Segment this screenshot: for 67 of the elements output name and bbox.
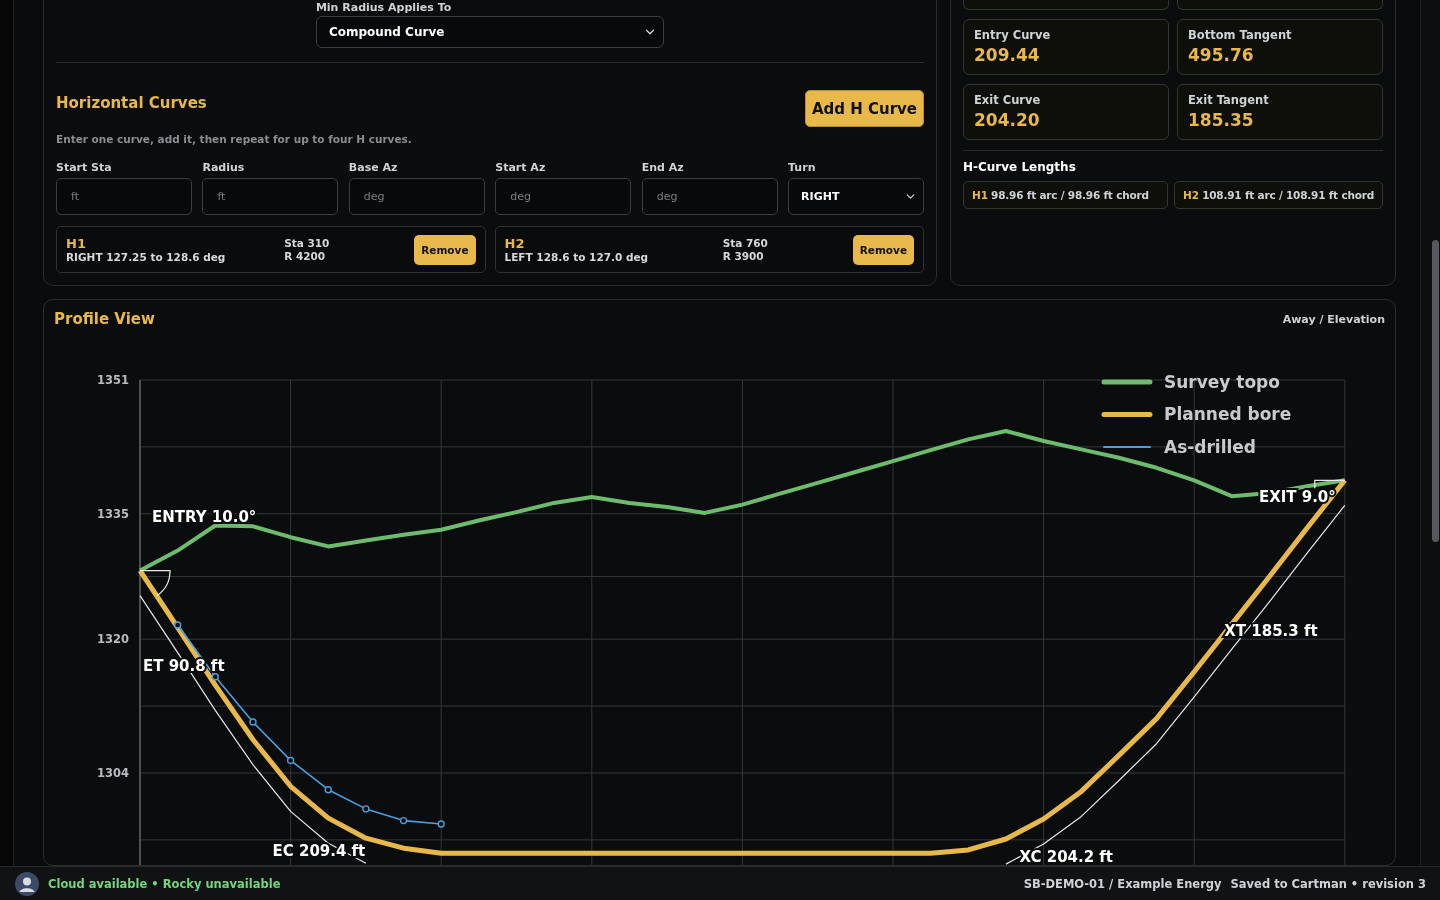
input-field[interactable]: ft xyxy=(56,178,192,215)
field-label: Start Sta xyxy=(56,161,113,174)
min-radius-select[interactable]: Compound Curve xyxy=(315,16,665,48)
y-tick-label: 1304 xyxy=(97,765,129,780)
remove-button[interactable]: Remove xyxy=(852,234,914,265)
stat-value: 185.35 xyxy=(1188,110,1255,130)
y-tick-label: 1320 xyxy=(97,632,129,647)
field-label: End Az xyxy=(641,161,685,174)
section-title: Profile View xyxy=(54,310,155,328)
point xyxy=(437,820,445,828)
curve-detail: RIGHT 127.25 to 128.6 deg xyxy=(66,250,227,264)
legend-label: Survey topo xyxy=(1164,372,1280,392)
point xyxy=(211,673,219,681)
legend-label: Planned bore xyxy=(1164,404,1292,425)
curve-name: H2 xyxy=(504,235,526,251)
axis-note: Away / Elevation xyxy=(1282,312,1385,326)
curve-name: H2 xyxy=(1183,189,1200,201)
stat-label: Bottom Tangent xyxy=(1188,28,1293,42)
connection-status: Cloud available • Rocky unavailable xyxy=(48,876,281,891)
field-label: Min Radius Applies To xyxy=(315,1,453,14)
section-title: H-Curve Lengths xyxy=(963,160,1077,174)
stat-value: 209.44 xyxy=(974,45,1041,65)
curve-station: Sta 310 xyxy=(284,236,331,250)
field-label: Turn xyxy=(788,161,817,174)
add-curve-button[interactable]: Add H Curve xyxy=(804,90,924,127)
scrollbar-thumb[interactable] xyxy=(1432,240,1439,542)
stat-label: Entry Curve xyxy=(974,28,1052,42)
curve-station: Sta 760 xyxy=(722,236,769,250)
input-field[interactable]: deg xyxy=(348,178,485,215)
chart-annotation: EC 209.4 ft xyxy=(272,841,366,860)
curve-radius: R 3900 xyxy=(722,249,765,263)
point xyxy=(324,785,332,794)
point xyxy=(399,816,408,825)
input-field[interactable]: ft xyxy=(202,178,339,215)
curve-name: H1 xyxy=(66,235,87,251)
hint-text: Enter one curve, add it, then repeat for up to four H curves. xyxy=(56,133,413,145)
project-name: SB-DEMO-01 / Example Energy xyxy=(1023,876,1222,891)
y-tick-label: 1335 xyxy=(97,506,129,521)
legend-label: As-drilled xyxy=(1164,437,1256,457)
field-label: Start Az xyxy=(495,161,547,174)
chart-annotation: XC 204.2 ft xyxy=(1019,847,1114,865)
turn-select[interactable]: RIGHT xyxy=(788,178,924,215)
section-title: Horizontal Curves xyxy=(56,93,207,112)
curve-radius: R 4200 xyxy=(284,249,327,263)
point xyxy=(286,756,295,765)
remove-button[interactable]: Remove xyxy=(414,234,476,265)
input-field[interactable]: deg xyxy=(495,178,632,215)
point xyxy=(249,718,257,726)
input-field[interactable]: deg xyxy=(641,178,778,215)
save-status: Saved to Cartman • revision 3 xyxy=(1230,876,1426,891)
length-text: 98.96 ft arc / 98.96 ft chord xyxy=(991,189,1149,201)
avatar-icon xyxy=(15,871,39,896)
curve-name: H1 xyxy=(972,189,989,201)
field-label: Base Az xyxy=(348,161,399,174)
chart-annotation: ENTRY 10.0° xyxy=(152,508,257,527)
legend-swatch xyxy=(1101,379,1153,385)
legend-swatch xyxy=(1101,412,1153,417)
stat-label: Exit Curve xyxy=(974,93,1042,107)
stat-value: 495.76 xyxy=(1188,45,1255,65)
point xyxy=(362,805,370,813)
curve-detail: LEFT 128.6 to 127.0 deg xyxy=(504,250,650,264)
length-text: 108.91 ft arc / 108.91 ft chord xyxy=(1202,189,1374,201)
stat-value: 204.20 xyxy=(974,110,1041,130)
field-label: Radius xyxy=(202,161,246,174)
stat-label: Exit Tangent xyxy=(1188,93,1270,107)
y-tick-label: 1351 xyxy=(97,373,129,387)
point xyxy=(173,621,182,629)
